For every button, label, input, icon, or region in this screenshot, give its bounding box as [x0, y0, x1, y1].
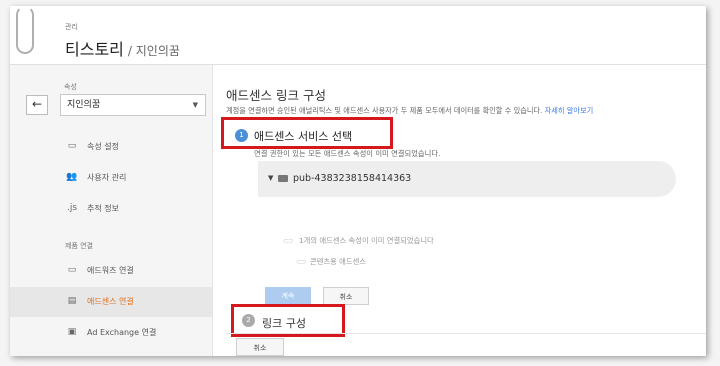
ad-exchange-icon: ▣: [67, 327, 77, 337]
sidebar-item-label: 애드센스 연결: [87, 297, 134, 306]
main-content: 애드센스 링크 구성 계정을 연결하면 승인된 애널리틱스 및 애드센스 사용자…: [213, 65, 706, 356]
sidebar-item-property-settings[interactable]: ▭ 속성 설정: [10, 132, 212, 162]
linked-properties-note: 1개의 애드센스 속성이 이미 연결되었습니다: [299, 236, 434, 245]
divider: [226, 333, 706, 334]
publisher-id: pub-4383238158414363: [293, 173, 412, 184]
main-title: 애드센스 링크 구성: [226, 88, 326, 103]
step1-info-text: 연결 권한이 있는 모든 애드센스 속성이 이미 연결되었습니다.: [254, 149, 441, 158]
js-icon: .js: [66, 203, 78, 213]
folder-icon: [278, 175, 288, 182]
settings-panel-icon: ▭: [67, 141, 77, 151]
caret-down-icon: ▼: [192, 101, 198, 109]
product-linking-section-label: 제품 연결: [65, 242, 93, 250]
sidebar-item-adsense-linking[interactable]: ▤ 애드센스 연결: [10, 287, 212, 317]
back-arrow-icon[interactable]: ←: [26, 95, 48, 115]
breadcrumb[interactable]: 관리: [65, 22, 78, 32]
sidebar-item-label: 애드워즈 연결: [87, 266, 134, 275]
cancel-button[interactable]: 취소: [323, 287, 369, 305]
property-select-value: 지인의꿈: [67, 100, 101, 110]
paperclip-decoration: [16, 6, 34, 54]
link-chain-icon: ⊂⊃: [296, 258, 307, 266]
users-icon: 👥: [66, 172, 78, 182]
sidebar-item-tracking-info[interactable]: .js 추적 정보: [10, 194, 212, 224]
bottom-cancel-button[interactable]: 취소: [236, 338, 284, 356]
app-window: 관리 티스토리 / 지인의꿈 ← 속성 지인의꿈 ▼ ▭ 속성 설정 👥 사용자 …: [10, 6, 706, 356]
sidebar-item-label: 사용자 관리: [87, 173, 127, 182]
description-text: 계정을 연결하면 승인된 애널리틱스 및 애드센스 사용자가 두 제품 모두에서…: [226, 106, 543, 115]
description: 계정을 연결하면 승인된 애널리틱스 및 애드센스 사용자가 두 제품 모두에서…: [226, 106, 593, 116]
sidebar-item-label: 속성 설정: [87, 142, 119, 151]
expand-triangle-icon[interactable]: ▼: [268, 174, 273, 182]
step1-highlight-box: [221, 117, 393, 149]
continue-button[interactable]: 계속: [265, 287, 311, 305]
account-name: 티스토리: [65, 40, 124, 59]
sidebar-item-user-management[interactable]: 👥 사용자 관리: [10, 163, 212, 193]
adwords-icon: ▭: [67, 265, 77, 275]
publisher-row[interactable]: ▼ pub-4383238158414363: [258, 161, 676, 197]
page-header: 관리 티스토리 / 지인의꿈: [10, 6, 706, 65]
link-chain-icon: ⊂⊃: [283, 237, 294, 245]
adsense-icon: ▤: [67, 296, 77, 306]
sidebar-item-ad-exchange-linking[interactable]: ▣ Ad Exchange 연결: [10, 318, 212, 348]
sidebar-item-adwords-linking[interactable]: ▭ 애드워즈 연결: [10, 256, 212, 286]
property-label: 속성: [64, 83, 77, 91]
property-select[interactable]: 지인의꿈 ▼: [60, 94, 206, 116]
sidebar: ← 속성 지인의꿈 ▼ ▭ 속성 설정 👥 사용자 관리 .js 추적 정보 제…: [10, 65, 213, 356]
property-name: / 지인의꿈: [127, 44, 180, 58]
sidebar-item-label: Ad Exchange 연결: [87, 328, 157, 337]
sidebar-item-label: 추적 정보: [87, 204, 119, 213]
page-title: 티스토리 / 지인의꿈: [65, 36, 180, 60]
learn-more-link[interactable]: 자세히 알아보기: [545, 106, 594, 115]
content-adsense-note: 콘텐츠용 애드센스: [310, 257, 367, 266]
